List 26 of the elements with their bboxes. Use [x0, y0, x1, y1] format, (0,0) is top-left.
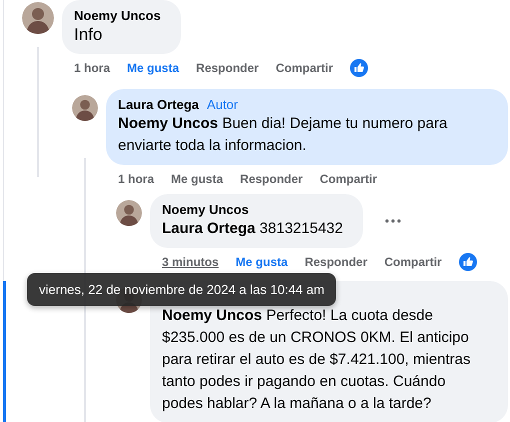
author-name[interactable]: Laura Ortega — [118, 97, 199, 113]
reply-link[interactable]: Responder — [304, 255, 368, 269]
share-link[interactable]: Compartir — [320, 172, 378, 186]
comment-time[interactable]: 3 minutos — [162, 255, 219, 269]
comment-time[interactable]: 1 hora — [74, 61, 110, 75]
comment-time[interactable]: 1 hora — [118, 172, 154, 186]
share-link[interactable]: Compartir — [384, 255, 442, 269]
timestamp-tooltip: viernes, 22 de noviembre de 2024 a las 10:44 am — [27, 273, 336, 306]
comment-text: Noemy Uncos Buen dia! Dejame tu numero para enviarte toda la informacion. — [118, 114, 448, 156]
like-link[interactable]: Me gusta — [171, 172, 224, 186]
author-name[interactable]: Noemy Uncos — [74, 8, 161, 24]
avatar[interactable] — [72, 95, 98, 121]
reply-link[interactable]: Responder — [196, 61, 259, 75]
reply-link[interactable]: Responder — [240, 172, 303, 186]
author-name[interactable]: Noemy Uncos — [162, 202, 249, 218]
like-link[interactable]: Me gusta — [127, 61, 180, 75]
comment-text: Info — [74, 24, 104, 46]
like-reaction-icon[interactable] — [350, 59, 368, 77]
comment-text: Laura Ortega 3813215432 — [162, 219, 343, 239]
author-label: Autor — [206, 97, 238, 113]
like-link[interactable]: Me gusta — [236, 255, 288, 269]
comment-text: Noemy Uncos Perfecto! La cuota desde $235.000 es de un CRONOS 0KM. El anticipo para retirar el auto es de $7.421.100, mientras tanto podes ir pagando en cuotas. Cuándo podes hablar? A la mañana o a la tarde? — [162, 306, 472, 414]
share-link[interactable]: Compartir — [276, 61, 334, 75]
like-reaction-icon[interactable] — [458, 253, 477, 271]
avatar[interactable] — [22, 2, 54, 34]
avatar[interactable] — [116, 200, 142, 226]
